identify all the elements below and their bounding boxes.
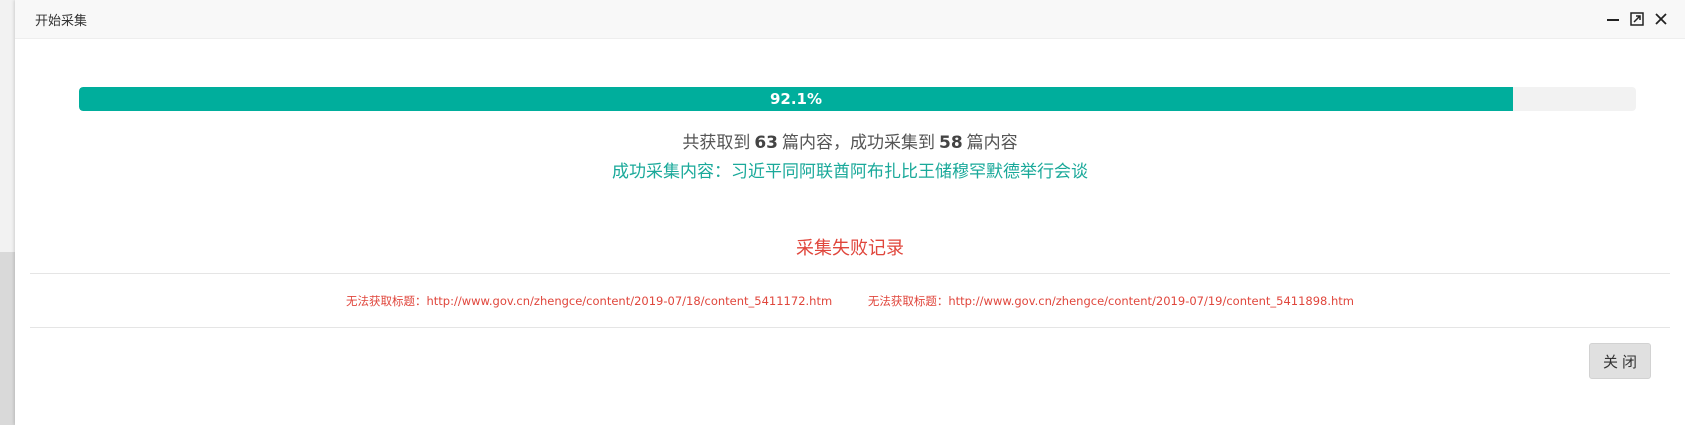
fail-section-title: 采集失败记录 (796, 238, 904, 259)
total-count: 63 (754, 133, 778, 153)
success-content: 成功采集内容：习近平同阿联酋阿布扎比王储穆罕默德举行会谈 (612, 162, 1088, 182)
divider (30, 273, 1670, 274)
summary-suffix: 篇内容 (966, 133, 1018, 153)
dialog-title: 开始采集 (35, 14, 88, 29)
divider (30, 327, 1670, 328)
success-count: 58 (939, 133, 963, 153)
fail-list: 无法获取标题：http://www.gov.cn/zhengce/content… (15, 293, 1685, 309)
summary-text: 共获取到 63 篇内容，成功采集到 58 篇内容 (15, 128, 1685, 153)
close-icon[interactable] (1652, 10, 1670, 28)
close-button[interactable]: 关闭 (1589, 343, 1651, 379)
fail-item: 无法获取标题：http://www.gov.cn/zhengce/content… (867, 294, 1355, 308)
progress-label: 92.1% (769, 90, 823, 108)
summary-middle: 篇内容，成功采集到 (782, 133, 935, 153)
background-page (0, 0, 15, 425)
minimize-icon[interactable] (1604, 10, 1622, 28)
dialog-titlebar: 开始采集 (15, 0, 1685, 39)
collect-dialog: 开始采集 92.1% 共获取到 63 篇内容，成功采集到 58 篇内容 成功采集内容：习… (15, 0, 1685, 425)
progress-bar: 92.1% (79, 87, 1636, 111)
summary-prefix: 共获取到 (682, 133, 751, 153)
maximize-icon[interactable] (1628, 10, 1646, 28)
fail-item: 无法获取标题：http://www.gov.cn/zhengce/content… (345, 294, 833, 308)
